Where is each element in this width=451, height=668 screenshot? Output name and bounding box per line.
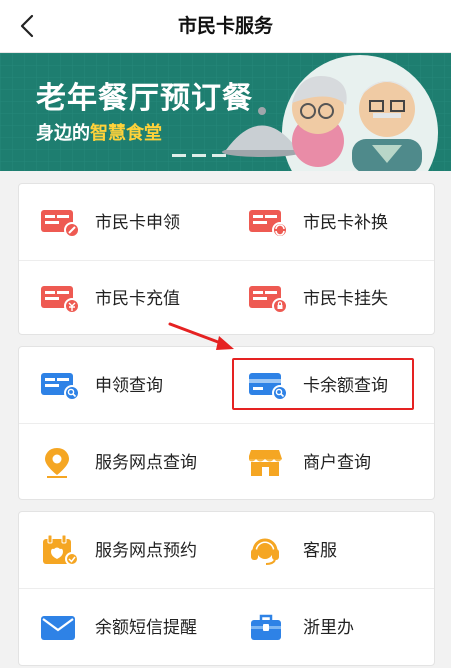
annotation-arrow-icon [168,322,234,350]
menu-item-zheliban[interactable]: 浙里办 [227,591,427,661]
menu-item-label: 市民卡申领 [95,213,180,233]
row-divider [19,588,434,589]
card-services-group: 市民卡申领 市民卡补换 市民卡充值 市民卡挂失 [18,183,435,335]
card-report-loss-icon [249,286,288,314]
menu-item-label: 余额短信提醒 [95,618,197,638]
menu-item-card-apply[interactable]: 市民卡申领 [19,186,219,256]
card-other-services-group: 服务网点预约 客服 余额短信提醒 浙里办 [18,511,435,666]
menu-item-customer-service[interactable]: 客服 [227,514,427,584]
menu-item-label: 浙里办 [303,618,354,638]
menu-item-apply-query[interactable]: 申领查询 [19,349,219,419]
briefcase-icon [251,614,281,640]
menu-item-label: 市民卡补换 [303,213,388,233]
top-bar: 市民卡服务 [0,0,451,53]
menu-item-balance-sms-alert[interactable]: 余额短信提醒 [19,591,219,661]
page-title: 市民卡服务 [177,15,273,37]
row-divider [19,260,434,261]
menu-item-label: 客服 [303,541,337,561]
mail-icon [41,616,75,640]
menu-item-card-report-loss[interactable]: 市民卡挂失 [227,262,427,332]
menu-item-label: 市民卡充值 [95,289,180,309]
headset-icon [251,538,279,565]
calendar-icon [43,534,79,566]
menu-item-label: 商户查询 [303,453,371,473]
menu-item-label: 市民卡挂失 [303,289,388,309]
card-apply-icon [41,210,80,238]
location-pin-icon [45,448,69,478]
menu-item-merchant-query[interactable]: 商户查询 [227,426,427,496]
banner-subtitle-highlight: 智慧食堂 [90,123,162,144]
menu-item-label: 申领查询 [95,376,163,396]
menu-item-service-outlet-query[interactable]: 服务网点查询 [19,426,219,496]
banner-title: 老年餐厅预订餐 [36,81,253,116]
banner-subtitle: 身边的智慧食堂 [36,119,162,145]
row-divider [19,423,434,424]
apply-query-icon [41,373,80,401]
menu-item-outlet-appointment[interactable]: 服务网点预约 [19,514,219,584]
menu-item-card-replace[interactable]: 市民卡补换 [227,186,427,256]
menu-item-label: 服务网点预约 [95,541,197,561]
card-recharge-icon [41,286,80,314]
card-replace-icon [249,210,288,238]
menu-item-label: 服务网点查询 [95,453,197,473]
banner-subtitle-prefix: 身边的 [36,123,90,144]
promo-banner[interactable]: 老年餐厅预订餐 身边的智慧食堂 [0,53,451,171]
annotation-highlight-box [232,358,414,410]
shop-icon [249,450,282,476]
